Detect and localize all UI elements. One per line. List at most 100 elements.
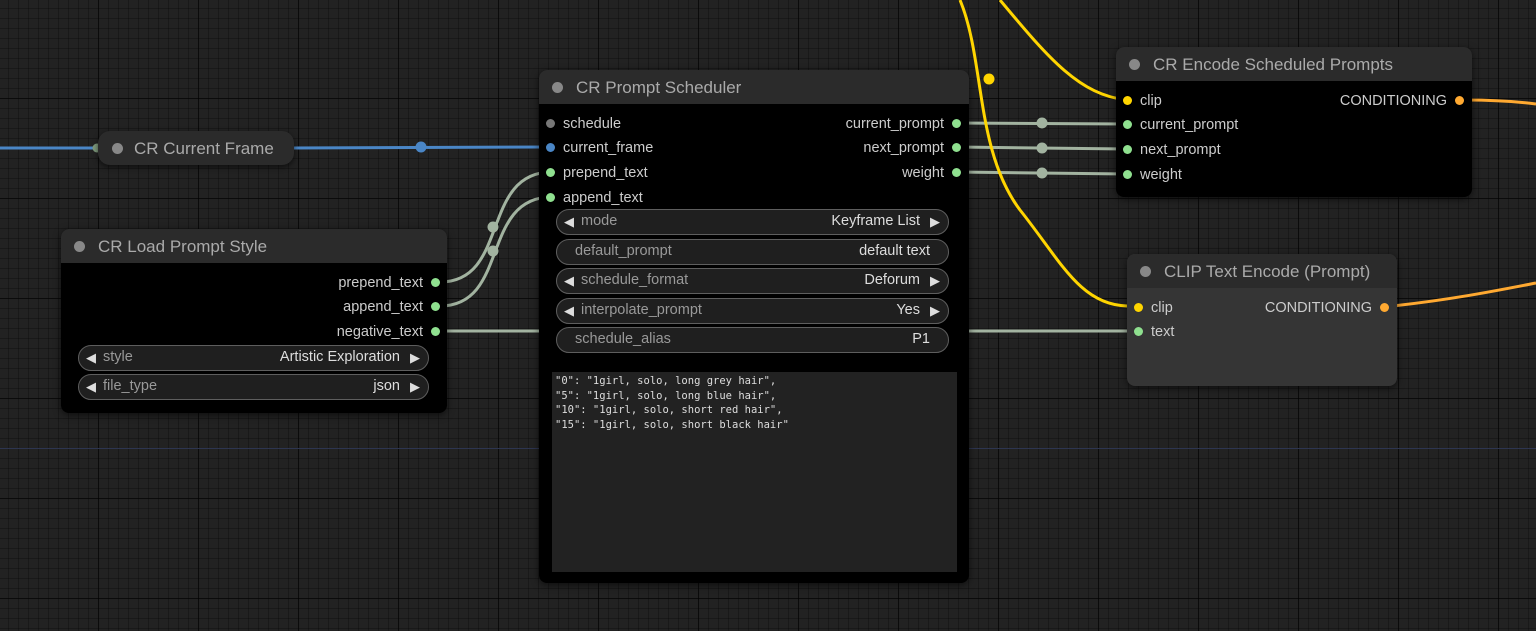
node-title: CR Prompt Scheduler <box>576 78 742 97</box>
widget-value: Artistic Exploration <box>279 349 400 365</box>
port-dot[interactable] <box>431 327 440 336</box>
combo-next-arrow[interactable]: ▶ <box>930 214 940 230</box>
link-clip-midpoint <box>983 73 995 85</box>
widget-value: Deforum <box>864 272 920 288</box>
input-current-prompt[interactable]: current_prompt <box>1123 116 1238 134</box>
combo-prev-arrow[interactable]: ◀ <box>86 350 96 366</box>
port-label: current_prompt <box>1140 117 1239 133</box>
port-dot[interactable] <box>952 119 961 128</box>
input-prepend-text[interactable]: prepend_text <box>546 164 648 182</box>
node-status-dot <box>552 82 563 93</box>
port-label: current_frame <box>563 140 654 156</box>
port-label: clip <box>1140 93 1162 109</box>
port-label: prepend_text <box>563 165 648 181</box>
port-dot[interactable] <box>546 168 555 177</box>
widget-label: file_type <box>103 378 158 394</box>
mode-combo[interactable]: ◀ mode Keyframe List ▶ <box>556 209 949 235</box>
combo-next-arrow[interactable]: ▶ <box>930 273 940 289</box>
node-clip-text-encode[interactable]: CLIP Text Encode (Prompt) clip text COND… <box>1127 254 1397 386</box>
file-type-combo[interactable]: ◀ file_type json ▶ <box>78 374 429 400</box>
link-next-prompt <box>956 145 1128 151</box>
widget-value: default text <box>859 243 930 259</box>
node-title-bar[interactable]: CR Encode Scheduled Prompts <box>1116 47 1472 81</box>
interpolate-prompt-combo[interactable]: ◀ interpolate_prompt Yes ▶ <box>556 298 949 324</box>
input-schedule[interactable]: schedule <box>546 115 621 133</box>
output-current-prompt[interactable]: current_prompt <box>846 115 961 133</box>
node-title-bar[interactable]: CR Load Prompt Style <box>61 229 447 263</box>
port-label: CONDITIONING <box>1339 93 1447 109</box>
port-label: prepend_text <box>338 275 423 291</box>
output-conditioning[interactable]: CONDITIONING <box>1265 299 1389 317</box>
link-current-prompt-midpoint <box>1036 117 1048 129</box>
input-clip[interactable]: clip <box>1134 299 1173 317</box>
port-dot[interactable] <box>546 143 555 152</box>
widget-value: Yes <box>896 302 920 318</box>
keyframe-textarea[interactable]: "0": "1girl, solo, long grey hair", "5":… <box>552 372 957 572</box>
input-weight[interactable]: weight <box>1123 166 1182 184</box>
input-current-frame[interactable]: current_frame <box>546 139 653 157</box>
widget-label: schedule_format <box>581 272 689 288</box>
link-clip-b <box>998 0 1128 102</box>
combo-prev-arrow[interactable]: ◀ <box>86 379 96 395</box>
node-title-bar[interactable]: CR Prompt Scheduler <box>539 70 969 104</box>
port-label: append_text <box>343 299 423 315</box>
node-current-frame[interactable]: CR Current Frame <box>98 131 294 165</box>
port-dot[interactable] <box>1123 170 1132 179</box>
output-prepend-text[interactable]: prepend_text <box>338 274 440 292</box>
combo-next-arrow[interactable]: ▶ <box>930 303 940 319</box>
port-dot[interactable] <box>431 302 440 311</box>
port-dot[interactable] <box>1134 303 1143 312</box>
node-encode-scheduled-prompts[interactable]: CR Encode Scheduled Prompts clip current… <box>1116 47 1472 197</box>
link-append-midpoint <box>487 245 499 257</box>
combo-next-arrow[interactable]: ▶ <box>410 350 420 366</box>
port-dot[interactable] <box>1134 327 1143 336</box>
port-dot[interactable] <box>431 278 440 287</box>
default-prompt-field[interactable]: default_prompt default text <box>556 239 949 265</box>
node-status-dot <box>112 143 123 154</box>
node-title-bar[interactable]: CLIP Text Encode (Prompt) <box>1127 254 1397 288</box>
output-negative-text[interactable]: negative_text <box>337 323 440 341</box>
link-prepend-midpoint <box>487 221 499 233</box>
node-load-prompt-style[interactable]: CR Load Prompt Style prepend_text append… <box>61 229 447 413</box>
input-append-text[interactable]: append_text <box>546 189 643 207</box>
port-dot[interactable] <box>1455 96 1464 105</box>
port-dot[interactable] <box>952 143 961 152</box>
input-clip[interactable]: clip <box>1123 92 1162 110</box>
output-conditioning[interactable]: CONDITIONING <box>1340 92 1464 110</box>
style-combo[interactable]: ◀ style Artistic Exploration ▶ <box>78 345 429 371</box>
link-weight <box>956 170 1128 176</box>
port-dot[interactable] <box>546 119 555 128</box>
port-label: next_prompt <box>1140 142 1221 158</box>
output-next-prompt[interactable]: next_prompt <box>863 139 961 157</box>
input-text[interactable]: text <box>1134 323 1174 341</box>
port-dot[interactable] <box>1123 96 1132 105</box>
schedule-format-combo[interactable]: ◀ schedule_format Deforum ▶ <box>556 268 949 294</box>
link-prepend <box>439 170 553 284</box>
input-next-prompt[interactable]: next_prompt <box>1123 141 1221 159</box>
port-label: schedule <box>563 116 622 132</box>
link-weight-midpoint <box>1036 167 1048 179</box>
widget-value: P1 <box>912 331 930 347</box>
combo-prev-arrow[interactable]: ◀ <box>564 273 574 289</box>
port-dot[interactable] <box>1123 145 1132 154</box>
combo-prev-arrow[interactable]: ◀ <box>564 214 574 230</box>
port-dot[interactable] <box>1123 120 1132 129</box>
combo-next-arrow[interactable]: ▶ <box>410 379 420 395</box>
link-append <box>439 195 553 308</box>
link-frame-out-midpoint <box>415 141 427 153</box>
node-status-dot <box>1140 266 1151 277</box>
widget-label: schedule_alias <box>575 331 671 347</box>
port-dot[interactable] <box>546 193 555 202</box>
schedule-alias-field[interactable]: schedule_alias P1 <box>556 327 949 353</box>
output-append-text[interactable]: append_text <box>343 298 440 316</box>
port-dot[interactable] <box>1380 303 1389 312</box>
port-label: weight <box>902 165 944 181</box>
node-title: CLIP Text Encode (Prompt) <box>1164 262 1371 281</box>
combo-prev-arrow[interactable]: ◀ <box>564 303 574 319</box>
output-weight[interactable]: weight <box>902 164 961 182</box>
port-dot[interactable] <box>952 168 961 177</box>
widget-label: mode <box>581 213 618 229</box>
node-prompt-scheduler[interactable]: CR Prompt Scheduler schedule current_fra… <box>539 70 969 583</box>
node-title: CR Current Frame <box>134 139 274 158</box>
node-title: CR Encode Scheduled Prompts <box>1153 55 1394 74</box>
